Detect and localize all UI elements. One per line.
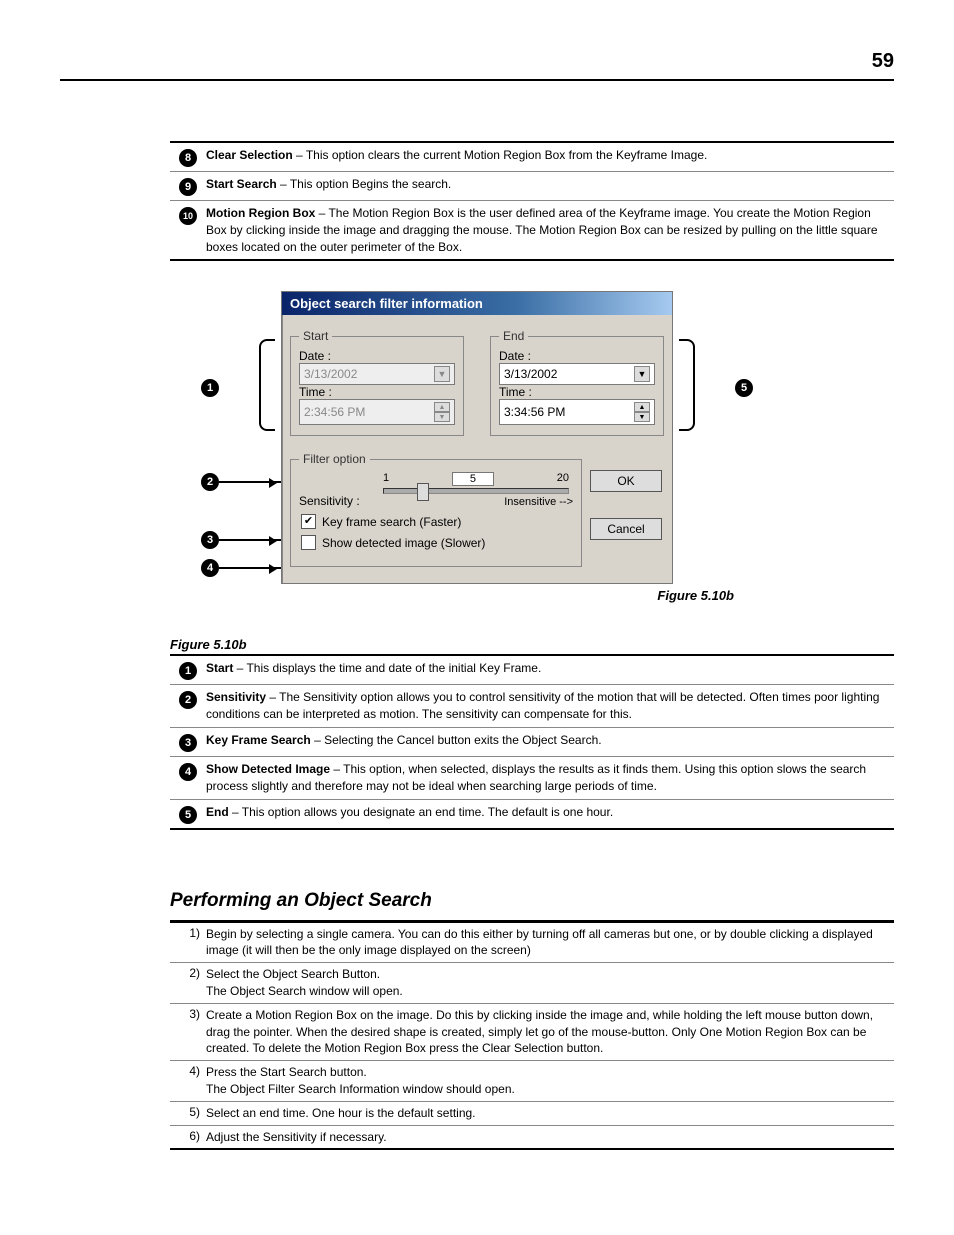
step-num: 5)	[170, 1105, 206, 1122]
marker-10: 10	[179, 207, 197, 225]
marker-2: 2	[179, 691, 197, 709]
callout-1: 1	[201, 379, 219, 397]
def-text: Start – This displays the time and date …	[206, 660, 894, 680]
definitions-bottom: 1 Start – This displays the time and dat…	[170, 654, 894, 829]
start-fieldset: Start Date : 3/13/2002 ▼ Time : 2:34:56 …	[290, 329, 464, 436]
insensitive-label: Insensitive -->	[379, 496, 573, 508]
page-number: 59	[60, 50, 894, 81]
steps-list: 1)Begin by selecting a single camera. Yo…	[170, 920, 894, 1151]
marker-4: 4	[179, 763, 197, 781]
end-date-label: Date :	[499, 349, 531, 363]
slider-thumb[interactable]	[417, 483, 429, 501]
dialog-title: Object search filter information	[282, 292, 672, 315]
def-row: 8 Clear Selection – This option clears t…	[170, 141, 894, 171]
step-num: 6)	[170, 1129, 206, 1146]
step-text: Select the Object Search Button. The Obj…	[206, 966, 894, 1000]
keyframe-checkbox[interactable]: ✔	[301, 514, 316, 529]
scale-mid: 5	[452, 472, 494, 486]
start-time-label: Time :	[299, 385, 332, 399]
start-time-value: 2:34:56 PM	[304, 405, 365, 419]
dropdown-icon[interactable]: ▼	[634, 366, 650, 382]
marker-5: 5	[179, 806, 197, 824]
figure-caption-top: Figure 5.10b	[60, 588, 894, 603]
dialog-figure: 1 2 3 4 Object search filter information…	[60, 291, 894, 584]
step-num: 1)	[170, 926, 206, 960]
figure-caption-bottom: Figure 5.10b	[170, 637, 894, 652]
show-detected-checkbox[interactable]	[301, 535, 316, 550]
sensitivity-slider[interactable]: 1 5 20 Insensitive -->	[379, 472, 573, 508]
callout-4: 4	[201, 559, 219, 577]
end-time-value: 3:34:56 PM	[504, 405, 565, 419]
definitions-top: 8 Clear Selection – This option clears t…	[170, 141, 894, 261]
def-row: 9 Start Search – This option Begins the …	[170, 171, 894, 200]
step-text: Create a Motion Region Box on the image.…	[206, 1007, 894, 1057]
filter-fieldset: Filter option Sensitivity : 1 5 20 Insen…	[290, 452, 582, 567]
marker-8: 8	[179, 149, 197, 167]
callout-5: 5	[735, 379, 753, 397]
start-legend: Start	[299, 329, 332, 343]
start-date-field[interactable]: 3/13/2002 ▼	[299, 363, 455, 385]
def-text: Motion Region Box – The Motion Region Bo…	[206, 205, 894, 255]
def-text: Key Frame Search – Selecting the Cancel …	[206, 732, 894, 752]
end-date-field[interactable]: 3/13/2002 ▼	[499, 363, 655, 385]
marker-9: 9	[179, 178, 197, 196]
start-date-value: 3/13/2002	[304, 367, 357, 381]
step-num: 3)	[170, 1007, 206, 1057]
def-row: 10 Motion Region Box – The Motion Region…	[170, 200, 894, 259]
section-title: Performing an Object Search	[170, 890, 894, 912]
end-date-value: 3/13/2002	[504, 367, 557, 381]
bracket-icon	[679, 339, 695, 431]
show-detected-label: Show detected image (Slower)	[322, 536, 485, 550]
end-fieldset: End Date : 3/13/2002 ▼ Time : 3:34:56 PM…	[490, 329, 664, 436]
start-time-field[interactable]: 2:34:56 PM ▲▼	[299, 399, 455, 425]
object-search-dialog: Object search filter information Start D…	[281, 291, 673, 584]
callouts-left: 1 2 3 4	[201, 291, 281, 584]
start-date-label: Date :	[299, 349, 331, 363]
def-text: Clear Selection – This option clears the…	[206, 147, 894, 167]
step-text: Adjust the Sensitivity if necessary.	[206, 1129, 894, 1146]
keyframe-label: Key frame search (Faster)	[322, 515, 461, 529]
scale-low: 1	[383, 472, 389, 486]
step-text: Select an end time. One hour is the defa…	[206, 1105, 894, 1122]
end-time-field[interactable]: 3:34:56 PM ▲▼	[499, 399, 655, 425]
end-legend: End	[499, 329, 528, 343]
cancel-button[interactable]: Cancel	[590, 518, 662, 540]
def-text: Sensitivity – The Sensitivity option all…	[206, 689, 894, 723]
step-num: 2)	[170, 966, 206, 1000]
marker-3: 3	[179, 734, 197, 752]
callouts-right: 5	[673, 291, 753, 584]
def-text: Show Detected Image – This option, when …	[206, 761, 894, 795]
ok-button[interactable]: OK	[590, 470, 662, 492]
filter-legend: Filter option	[299, 452, 370, 466]
bracket-icon	[259, 339, 275, 431]
def-text: End – This option allows you designate a…	[206, 804, 894, 824]
spinner-icon[interactable]: ▲▼	[434, 402, 450, 422]
step-num: 4)	[170, 1064, 206, 1098]
scale-high: 20	[557, 472, 569, 486]
step-text: Begin by selecting a single camera. You …	[206, 926, 894, 960]
def-text: Start Search – This option Begins the se…	[206, 176, 894, 196]
dropdown-icon[interactable]: ▼	[434, 366, 450, 382]
marker-1: 1	[179, 662, 197, 680]
end-time-label: Time :	[499, 385, 532, 399]
callout-2: 2	[201, 473, 219, 491]
step-text: Press the Start Search button. The Objec…	[206, 1064, 894, 1098]
callout-3: 3	[201, 531, 219, 549]
spinner-icon[interactable]: ▲▼	[634, 402, 650, 422]
sensitivity-label: Sensitivity :	[299, 494, 369, 508]
